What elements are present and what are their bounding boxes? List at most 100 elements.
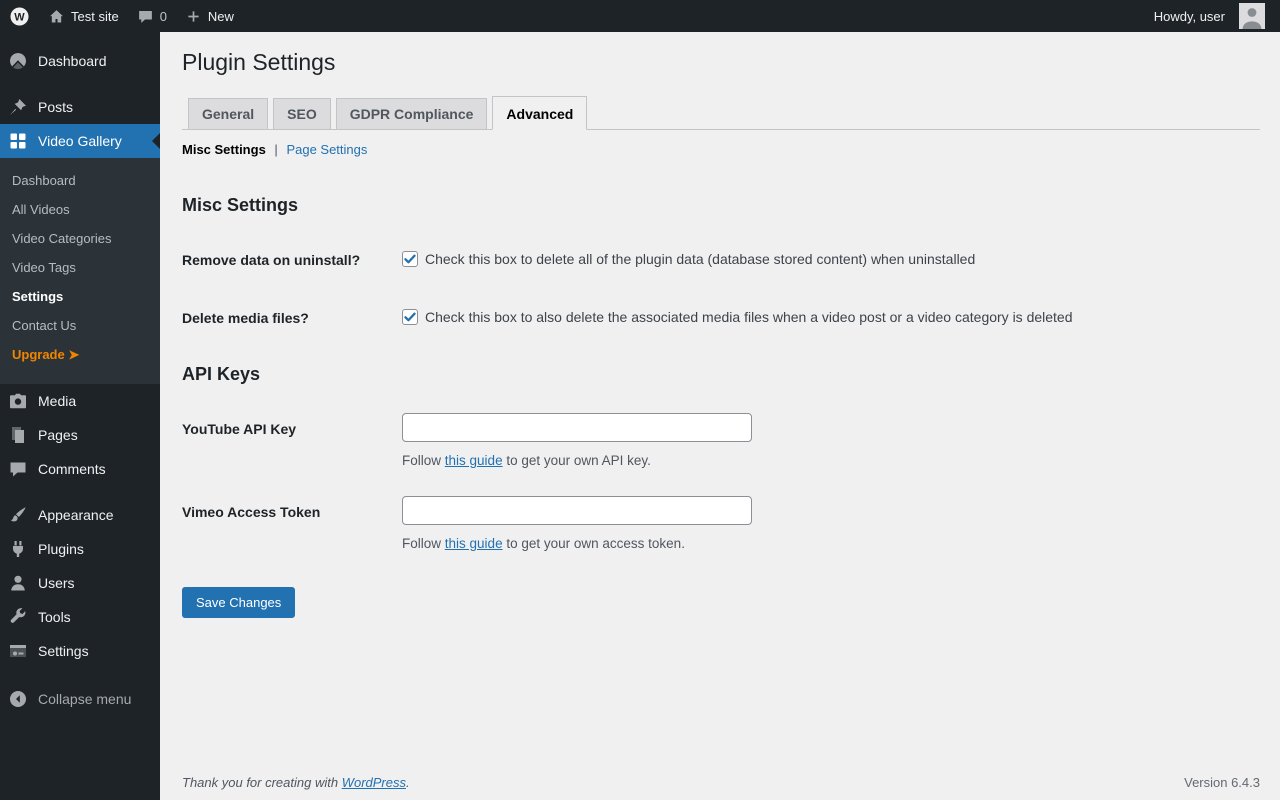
youtube-api-key-description: Follow this guide to get your own API ke… [402, 453, 752, 468]
delete-media-row: Delete media files? Check this box to al… [182, 308, 1260, 326]
submenu-item-upgrade[interactable]: Upgrade ➤ [0, 340, 160, 370]
avatar [1239, 3, 1265, 29]
sub-navigation: Misc Settings | Page Settings [182, 142, 1260, 157]
plug-icon [8, 539, 28, 559]
vimeo-access-token-label: Vimeo Access Token [182, 503, 321, 520]
sidebar-item-label: Settings [38, 643, 89, 659]
sidebar-item-label: Dashboard [38, 53, 107, 69]
footer-thanks: Thank you for creating with WordPress. [182, 775, 410, 790]
sidebar-item-posts[interactable]: Posts [0, 90, 160, 124]
sidebar-item-comments[interactable]: Comments [0, 452, 160, 486]
sidebar-item-label: Appearance [38, 507, 114, 523]
youtube-api-key-field: Follow this guide to get your own API ke… [402, 412, 752, 468]
sidebar-item-media[interactable]: Media [0, 384, 160, 418]
sidebar-item-video-gallery[interactable]: Video Gallery [0, 124, 160, 158]
plus-icon [185, 8, 202, 25]
checkmark-icon [404, 254, 416, 264]
comment-count: 0 [159, 8, 167, 24]
tab-general[interactable]: General [188, 97, 269, 130]
submenu-item-video-categories[interactable]: Video Categories [0, 224, 160, 253]
delete-media-checkbox[interactable] [402, 308, 418, 325]
subnav-misc-settings[interactable]: Misc Settings [182, 142, 266, 157]
delete-media-description: Check this box to also delete the associ… [425, 308, 1073, 325]
sidebar-item-label: Pages [38, 427, 78, 443]
footer-version: Version 6.4.3 [1184, 775, 1260, 790]
sidebar-item-plugins[interactable]: Plugins [0, 532, 160, 566]
remove-data-label: Remove data on uninstall? [182, 251, 361, 268]
subnav-separator: | [274, 141, 278, 157]
video-gallery-icon [8, 131, 28, 151]
page-title: Plugin Settings [182, 49, 336, 75]
save-changes-button[interactable]: Save Changes [182, 586, 296, 618]
remove-data-description: Check this box to delete all of the plug… [425, 250, 976, 267]
sidebar-item-users[interactable]: Users [0, 566, 160, 600]
wordpress-link[interactable]: WordPress [342, 775, 406, 790]
svg-text:W: W [14, 11, 25, 23]
menu-gap [0, 668, 160, 682]
video-gallery-submenu: Dashboard All Videos Video Categories Vi… [0, 158, 160, 384]
settings-panel-icon [8, 641, 28, 661]
sidebar-item-label: Video Gallery [38, 133, 122, 149]
collapse-arrow-icon [8, 689, 28, 709]
submenu-item-dashboard[interactable]: Dashboard [0, 166, 160, 195]
dashboard-icon [8, 51, 28, 71]
sidebar-item-tools[interactable]: Tools [0, 600, 160, 634]
current-menu-arrow-icon [152, 133, 160, 149]
submenu-item-video-tags[interactable]: Video Tags [0, 253, 160, 282]
vimeo-guide-link[interactable]: this guide [445, 536, 503, 551]
wrench-icon [8, 607, 28, 627]
tab-gdpr-compliance[interactable]: GDPR Compliance [335, 97, 488, 130]
checkmark-icon [404, 312, 416, 322]
remove-data-checkbox[interactable] [402, 250, 418, 267]
vimeo-access-token-input[interactable] [402, 495, 752, 525]
user-icon [8, 573, 28, 593]
new-label: New [207, 8, 234, 24]
youtube-api-key-input[interactable] [402, 412, 752, 442]
sidebar-item-label: Comments [38, 461, 106, 477]
sidebar-item-dashboard[interactable]: Dashboard [0, 44, 160, 78]
misc-settings-heading: Misc Settings [182, 194, 299, 215]
comment-icon [137, 8, 154, 25]
admin-bar: W Test site 0 New Howdy, user [0, 0, 1280, 32]
media-icon [8, 391, 28, 411]
submenu-item-settings[interactable]: Settings [0, 282, 160, 311]
wordpress-logo[interactable]: W [0, 0, 39, 32]
wordpress-logo-icon: W [10, 6, 29, 26]
site-menu[interactable]: Test site [39, 0, 128, 32]
footer-thanks-prefix: Thank you for creating with [182, 775, 339, 790]
remove-data-field: Check this box to delete all of the plug… [402, 250, 975, 268]
submenu-item-all-videos[interactable]: All Videos [0, 195, 160, 224]
desc-prefix: Follow [402, 535, 442, 551]
sidebar-item-pages[interactable]: Pages [0, 418, 160, 452]
sidebar-item-label: Posts [38, 99, 74, 115]
menu-separator [0, 78, 160, 90]
tab-seo[interactable]: SEO [273, 97, 331, 130]
vimeo-access-token-row: Vimeo Access Token Follow this guide to … [182, 495, 1260, 551]
subnav-page-settings-link[interactable]: Page Settings [286, 142, 367, 157]
delete-media-label: Delete media files? [182, 309, 309, 326]
api-keys-heading: API Keys [182, 363, 261, 384]
settings-page: Plugin Settings General SEO GDPR Complia… [160, 32, 1280, 618]
menu-separator [0, 486, 160, 498]
footer-thanks-suffix: . [406, 775, 410, 790]
desc-suffix: to get your own access token. [506, 535, 685, 551]
admin-bar-right: Howdy, user [1145, 0, 1280, 32]
tab-advanced[interactable]: Advanced [492, 95, 588, 130]
home-icon [48, 8, 65, 25]
youtube-api-key-label: YouTube API Key [182, 420, 297, 437]
new-menu[interactable]: New [176, 0, 243, 32]
comments-menu[interactable]: 0 [128, 0, 176, 32]
sidebar-item-label: Users [38, 575, 75, 591]
youtube-guide-link[interactable]: this guide [445, 453, 503, 468]
delete-media-field: Check this box to also delete the associ… [402, 308, 1073, 326]
sidebar-item-appearance[interactable]: Appearance [0, 498, 160, 532]
vimeo-access-token-field: Follow this guide to get your own access… [402, 495, 752, 551]
submenu-item-contact-us[interactable]: Contact Us [0, 311, 160, 340]
collapse-menu-button[interactable]: Collapse menu [0, 682, 160, 716]
youtube-api-key-row: YouTube API Key Follow this guide to get… [182, 412, 1260, 468]
sidebar-item-settings[interactable]: Settings [0, 634, 160, 668]
admin-sidebar: Dashboard Posts Video Gallery Dashboard … [0, 32, 160, 800]
sidebar-item-label: Plugins [38, 541, 84, 557]
desc-suffix: to get your own API key. [506, 452, 651, 468]
account-menu[interactable]: Howdy, user [1145, 0, 1274, 32]
